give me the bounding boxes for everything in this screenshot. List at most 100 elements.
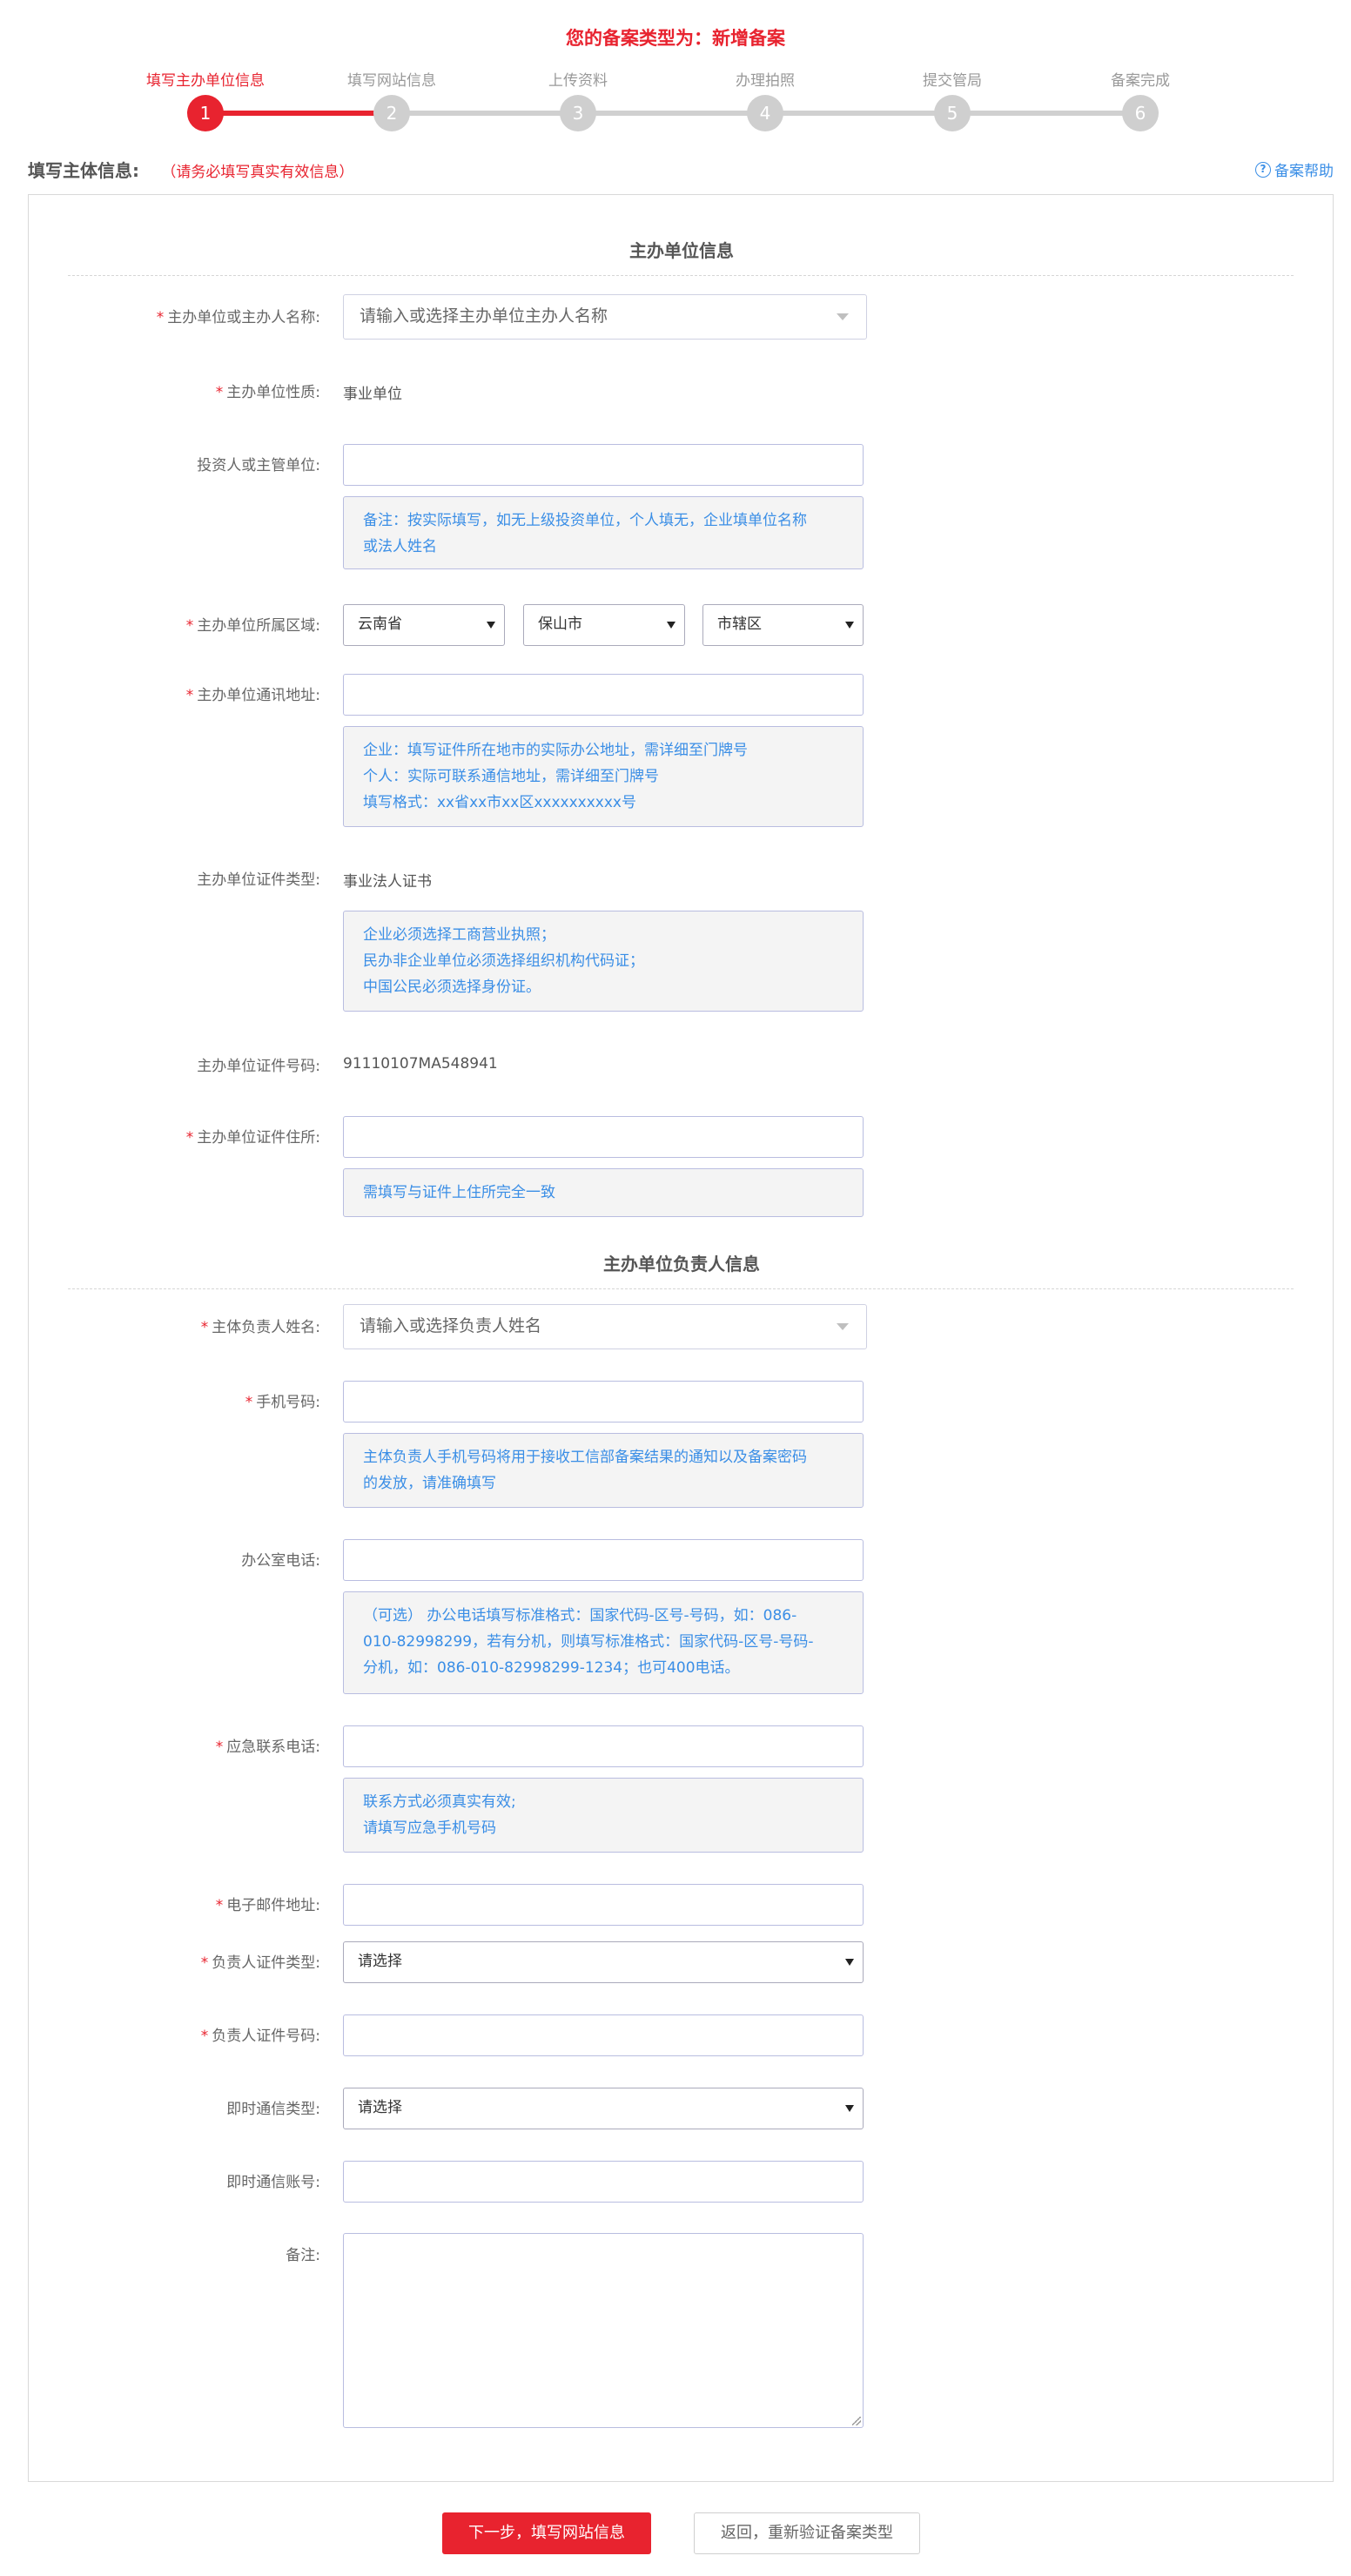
step-3: 上传资料 3 <box>491 70 665 131</box>
tip-line: 分机，如：086-010-82998299-1234；也可400电话。 <box>363 1659 740 1677</box>
help-link-label: 备案帮助 <box>1274 163 1334 180</box>
id-type-value: 请选择 <box>358 1953 402 1970</box>
office-phone-tip: （可选） 办公电话填写标准格式：国家代码-区号-号码，如：086- 010-82… <box>343 1591 864 1694</box>
emergency-phone-label: * 应急联系电话: <box>215 1739 320 1756</box>
step-4: 办理拍照 4 <box>678 70 852 131</box>
tip-line: 需填写与证件上住所完全一致 <box>363 1184 555 1201</box>
tip-line: 民办非企业单位必须选择组织机构代码证； <box>363 952 644 970</box>
step-number: 6 <box>1122 95 1159 131</box>
tip-line: 请填写应急手机号码 <box>363 1819 496 1837</box>
owner-name-placeholder: 请输入或选择负责人姓名 <box>360 1316 542 1335</box>
divider <box>68 1288 1294 1289</box>
investor-input[interactable] <box>343 444 864 486</box>
step-number: 2 <box>373 95 410 131</box>
next-button[interactable]: 下一步，填写网站信息 <box>442 2512 651 2554</box>
email-label: * 电子邮件地址: <box>215 1897 320 1914</box>
step-label: 填写网站信息 <box>347 72 436 90</box>
im-type-select[interactable]: 请选择 <box>343 2088 864 2129</box>
section-note: （请务必填写真实有效信息） <box>161 164 354 181</box>
step-number: 1 <box>187 95 224 131</box>
tip-line: 或法人姓名 <box>363 538 437 555</box>
address-label: * 主办单位通讯地址: <box>185 687 320 704</box>
district-value: 市辖区 <box>717 615 762 633</box>
step-1: 填写主办单位信息 1 <box>118 70 292 131</box>
caret-down-icon <box>845 2105 854 2112</box>
tip-line: 主体负责人手机号码将用于接收工信部备案结果的通知以及备案密码 <box>363 1449 807 1466</box>
step-label: 提交管局 <box>923 72 982 90</box>
chevron-down-icon <box>837 313 849 320</box>
emergency-phone-input[interactable] <box>343 1725 864 1767</box>
tip-line: 中国公民必须选择身份证。 <box>363 979 541 996</box>
email-input[interactable] <box>343 1884 864 1926</box>
step-6: 备案完成 6 <box>1053 70 1227 131</box>
city-value: 保山市 <box>538 615 582 633</box>
host-name-combobox[interactable]: 请输入或选择主办单位主办人名称 <box>343 294 867 340</box>
cert-no-label: 主办单位证件号码: <box>197 1058 320 1075</box>
id-type-select[interactable]: 请选择 <box>343 1941 864 1983</box>
divider <box>68 275 1294 276</box>
im-type-value: 请选择 <box>358 2099 402 2116</box>
im-type-label: 即时通信类型: <box>226 2101 320 2118</box>
mobile-tip: 主体负责人手机号码将用于接收工信部备案结果的通知以及备案密码 的发放，请准确填写 <box>343 1433 864 1508</box>
host-name-label: * 主办单位或主办人名称: <box>156 309 320 326</box>
step-label: 填写主办单位信息 <box>146 72 265 90</box>
mobile-input[interactable] <box>343 1381 864 1423</box>
chevron-down-icon <box>837 1323 849 1330</box>
tip-line: 填写格式：xx省xx市xx区xxxxxxxxxx号 <box>363 794 636 811</box>
section-header: 填写主体信息: （请务必填写真实有效信息） ? 备案帮助 <box>28 157 1334 185</box>
group-title-owner: 主办单位负责人信息 <box>603 1254 760 1275</box>
step-5: 提交管局 5 <box>865 70 1039 131</box>
emergency-phone-tip: 联系方式必须真实有效; 请填写应急手机号码 <box>343 1778 864 1853</box>
step-number: 3 <box>560 95 596 131</box>
remark-label: 备注: <box>286 2247 320 2264</box>
office-phone-label: 办公室电话: <box>241 1552 320 1570</box>
group-title-host: 主办单位信息 <box>629 240 734 261</box>
host-nature-label: * 主办单位性质: <box>215 384 320 401</box>
step-number: 5 <box>934 95 971 131</box>
region-label: * 主办单位所属区域: <box>185 617 320 635</box>
owner-name-combobox[interactable]: 请输入或选择负责人姓名 <box>343 1304 867 1349</box>
tip-line: （可选） 办公电话填写标准格式：国家代码-区号-号码，如：086- <box>363 1607 797 1624</box>
cert-address-tip: 需填写与证件上住所完全一致 <box>343 1168 864 1217</box>
step-label: 办理拍照 <box>736 72 795 90</box>
resize-grip-icon[interactable] <box>852 2417 861 2425</box>
office-phone-input[interactable] <box>343 1539 864 1581</box>
tip-line: 个人：实际可联系通信地址，需详细至门牌号 <box>363 768 659 785</box>
page-title: 您的备案类型为：新增备案 <box>566 28 785 49</box>
tip-line: 联系方式必须真实有效; <box>363 1793 516 1811</box>
tip-line: 备注：按实际填写，如无上级投资单位，个人填无，企业填单位名称 <box>363 512 807 529</box>
caret-down-icon <box>845 622 854 629</box>
back-button[interactable]: 返回，重新验证备案类型 <box>694 2512 920 2554</box>
host-name-placeholder: 请输入或选择主办单位主办人名称 <box>360 306 608 326</box>
remark-textarea[interactable] <box>343 2233 864 2428</box>
im-account-input[interactable] <box>343 2161 864 2203</box>
address-input[interactable] <box>343 674 864 716</box>
help-link[interactable]: ? 备案帮助 <box>1255 158 1334 180</box>
tip-line: 企业必须选择工商营业执照； <box>363 926 555 944</box>
tip-line: 的发放，请准确填写 <box>363 1475 496 1492</box>
step-2: 填写网站信息 2 <box>305 70 479 131</box>
id-no-input[interactable] <box>343 2014 864 2056</box>
cert-no-value: 91110107MA548941 <box>343 1055 498 1073</box>
province-value: 云南省 <box>358 615 402 633</box>
cert-type-value: 事业法人证书 <box>343 873 432 891</box>
id-type-label: * 负责人证件类型: <box>200 1954 320 1972</box>
tip-line: 企业：填写证件所在地市的实际办公地址，需详细至门牌号 <box>363 742 748 759</box>
city-select[interactable]: 保山市 <box>523 604 685 646</box>
province-select[interactable]: 云南省 <box>343 604 505 646</box>
question-circle-icon: ? <box>1255 161 1271 178</box>
step-label: 上传资料 <box>548 72 608 90</box>
owner-name-label: * 主体负责人姓名: <box>200 1319 320 1336</box>
form-panel: 主办单位信息 * 主办单位或主办人名称: 请输入或选择主办单位主办人名称 * 主办单… <box>28 194 1334 2482</box>
cert-type-tip: 企业必须选择工商营业执照； 民办非企业单位必须选择组织机构代码证； 中国公民必须… <box>343 911 864 1012</box>
id-no-label: * 负责人证件号码: <box>200 2028 320 2045</box>
investor-tip: 备注：按实际填写，如无上级投资单位，个人填无，企业填单位名称 或法人姓名 <box>343 496 864 569</box>
cert-address-input[interactable] <box>343 1116 864 1158</box>
step-number: 4 <box>747 95 783 131</box>
cert-type-label: 主办单位证件类型: <box>197 871 320 889</box>
tip-line: 010-82998299，若有分机，则填写标准格式：国家代码-区号-号码- <box>363 1633 814 1651</box>
host-nature-value: 事业单位 <box>343 386 402 403</box>
step-label: 备案完成 <box>1111 72 1170 90</box>
caret-down-icon <box>845 1959 854 1966</box>
district-select[interactable]: 市辖区 <box>702 604 864 646</box>
